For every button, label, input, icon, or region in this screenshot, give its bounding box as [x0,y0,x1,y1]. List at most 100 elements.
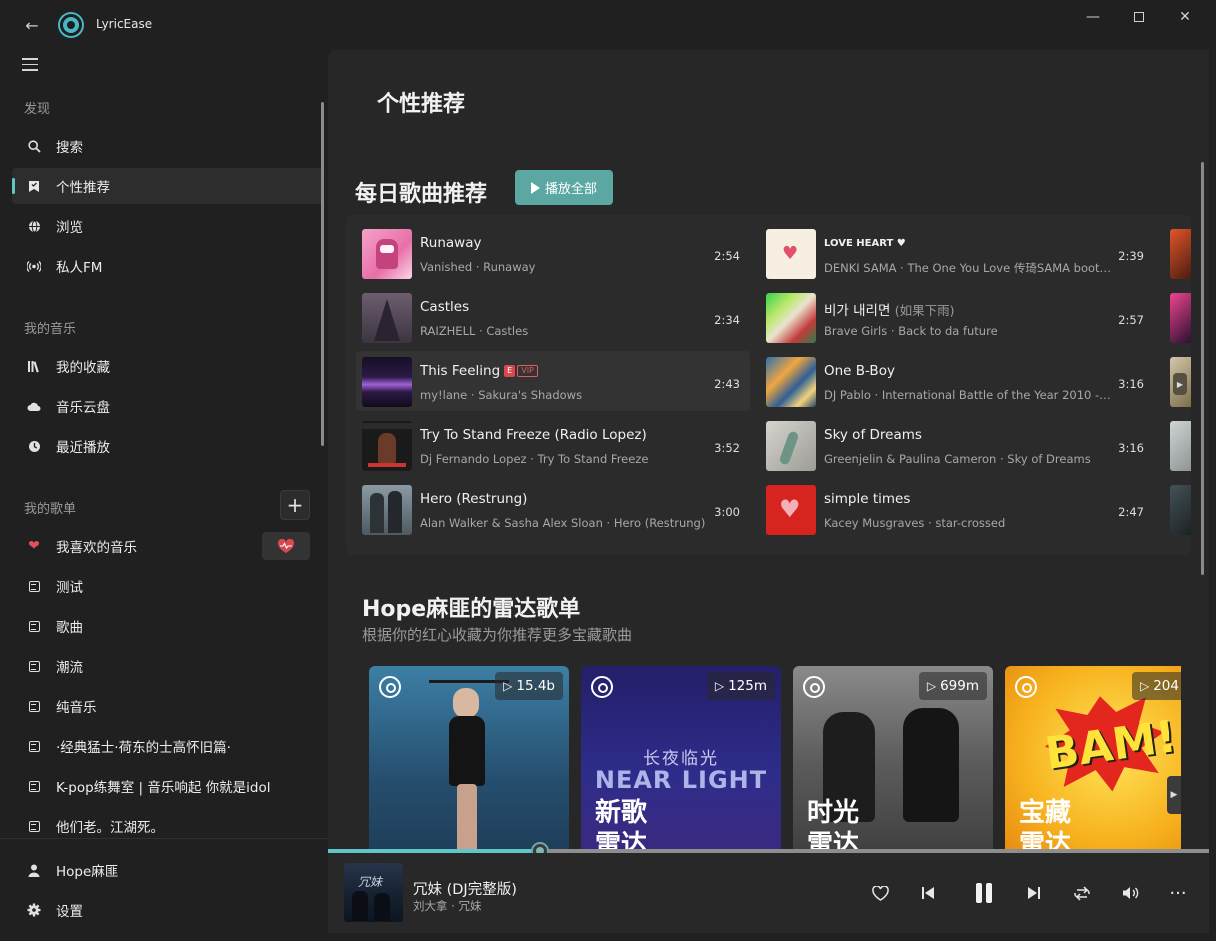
playlist-icon [12,580,56,592]
repeat-icon[interactable] [1070,881,1094,905]
main-scrollbar[interactable] [1201,162,1204,575]
album-cover [362,485,412,535]
main-panel: 个性推荐 每日歌曲推荐 播放全部 Runaway Vanished · Runa… [328,50,1209,850]
scroll-right-icon[interactable]: ▶ [1173,373,1187,395]
playlist-card[interactable]: 时光 雷达 ▷ 699m [793,666,993,850]
song-title: One B-Boy [824,363,895,379]
sidebar-playlist[interactable]: ·经典猛士·荷东的士高怀旧篇· [12,728,322,764]
playlist-label: 他们老。江湖死。 [56,820,164,836]
sidebar-item-browse[interactable]: 浏览 [12,208,322,244]
sidebar: 发现 搜索 个性推荐 浏览 私人FM 我的音乐 我的收藏 音乐云盘 最近播放 我… [0,50,328,941]
radio-icon [12,260,56,273]
song-duration: 2:57 [1118,313,1144,327]
sidebar-scrollbar[interactable] [321,102,324,446]
play-count: 15.4b [516,678,555,694]
like-heart-icon[interactable] [868,881,892,905]
play-icon: ▷ [1139,679,1150,693]
netease-logo-icon [803,676,825,698]
sidebar-item-cloud[interactable]: 音乐云盘 [12,388,322,424]
song-duration: 3:52 [714,441,740,455]
play-icon: ▷ [714,679,725,693]
playlist-card[interactable]: 长夜临光 NEAR LIGHT 新歌 雷达 ▷ 125m [581,666,781,850]
song-title-text: 비가 내리면 [824,303,891,319]
sidebar-item-recent[interactable]: 最近播放 [12,428,322,464]
pause-icon[interactable] [968,877,1000,909]
song-row[interactable]: ♥ LOVE HEART ♥ DENKI SAMA · The One You … [760,223,1154,283]
play-all-button[interactable]: 播放全部 [515,170,613,205]
song-row[interactable]: Castles RAIZHELL · Castles 2:34 [356,287,750,347]
playlist-icon [12,740,56,752]
sidebar-item-label: 搜索 [56,140,83,156]
heartbeat-icon [277,538,295,553]
sidebar-playlist[interactable]: 潮流 [12,648,322,684]
sidebar-playlist[interactable]: 纯音乐 [12,688,322,724]
playlist-label: 我喜欢的音乐 [56,540,137,556]
more-options-icon[interactable]: ··· [1166,881,1190,905]
song-duration: 3:00 [714,505,740,519]
song-title: LOVE HEART ♥ [824,238,906,249]
song-duration: 3:16 [1118,377,1144,391]
sidebar-item-label: 浏览 [56,220,83,236]
playlist-label: 潮流 [56,660,83,676]
album-cover-partial[interactable] [1170,293,1191,343]
song-row[interactable]: Try To Stand Freeze (Radio Lopez) Dj Fer… [356,415,750,475]
volume-icon[interactable] [1118,881,1142,905]
album-cover-partial[interactable] [1170,229,1191,279]
netease-logo-icon [1015,676,1037,698]
album-cover [362,357,412,407]
album-cover [362,421,412,471]
sidebar-item-user[interactable]: Hope麻匪 [12,852,322,888]
playlist-label: 纯音乐 [56,700,97,716]
song-title: 비가 내리면 (如果下雨) [824,299,954,319]
sidebar-item-fm[interactable]: 私人FM [12,248,322,284]
card-art-subtext: NEAR LIGHT [594,766,768,794]
album-cover-partial[interactable] [1170,485,1191,535]
album-cover-partial[interactable]: ▶ [1170,357,1191,407]
song-row[interactable]: This Feeling E VIP my!lane · Sakura's Shad… [356,351,750,411]
song-artist-album: Kacey Musgraves · star-crossed [824,516,1006,530]
sidebar-item-recommend[interactable]: 个性推荐 [12,168,322,204]
sidebar-item-search[interactable]: 搜索 [12,128,322,164]
playlist-card[interactable]: ▷ 15.4b [369,666,569,850]
minimize-icon[interactable]: — [1070,0,1116,34]
close-icon[interactable]: ✕ [1162,0,1208,34]
menu-icon[interactable] [22,58,42,72]
add-playlist-button[interactable]: + [280,490,310,520]
song-duration: 2:39 [1118,249,1144,263]
scroll-right-icon[interactable]: ▶ [1167,776,1181,814]
song-row[interactable]: Runaway Vanished · Runaway 2:54 [356,223,750,283]
song-row[interactable]: One B-Boy DJ Pablo · International Battl… [760,351,1154,411]
sidebar-item-collection[interactable]: 我的收藏 [12,348,322,384]
playlist-label: 歌曲 [56,620,83,636]
maximize-icon[interactable] [1116,0,1162,34]
song-duration: 2:54 [714,249,740,263]
song-row[interactable]: Hero (Restrung) Alan Walker & Sasha Alex… [356,479,750,539]
sidebar-playlist[interactable]: 歌曲 [12,608,322,644]
previous-track-icon[interactable] [916,881,940,905]
song-artist-album: DJ Pablo · International Battle of the Y… [824,388,1114,402]
title-bar: ← LyricEase — ✕ [0,0,1216,50]
sidebar-playlist[interactable]: K-pop练舞室 | 音乐响起 你就是idol [12,768,322,804]
heart-mode-button[interactable] [262,532,310,560]
app-title: LyricEase [96,17,153,31]
song-title: simple times [824,491,911,507]
playlist-card[interactable]: BAM! 宝藏 雷达 ▷ 204 ▶ [1005,666,1181,850]
card-art-text: BAM! [1042,711,1180,780]
back-arrow-icon[interactable]: ← [20,13,44,37]
album-cover-partial[interactable] [1170,421,1191,471]
song-row[interactable]: Sky of Dreams Greenjelin & Paulina Camer… [760,415,1154,475]
settings-label: 设置 [56,904,83,920]
song-title: Sky of Dreams [824,427,922,443]
sidebar-playlist[interactable]: 测试 [12,568,322,604]
playlist-icon [12,660,56,672]
search-icon [12,139,56,153]
now-playing-cover[interactable]: 冗妹 [344,863,403,922]
playlist-label: ·经典猛士·荷东的士高怀旧篇· [56,740,231,756]
song-row[interactable]: ♥ simple times Kacey Musgraves · star-cr… [760,479,1154,539]
sidebar-item-settings[interactable]: 设置 [12,892,322,928]
playlist-icon [12,700,56,712]
song-row[interactable]: 비가 내리면 (如果下雨) Brave Girls · Back to da f… [760,287,1154,347]
sidebar-item-label: 我的收藏 [56,360,110,376]
song-duration: 2:47 [1118,505,1144,519]
next-track-icon[interactable] [1022,881,1046,905]
